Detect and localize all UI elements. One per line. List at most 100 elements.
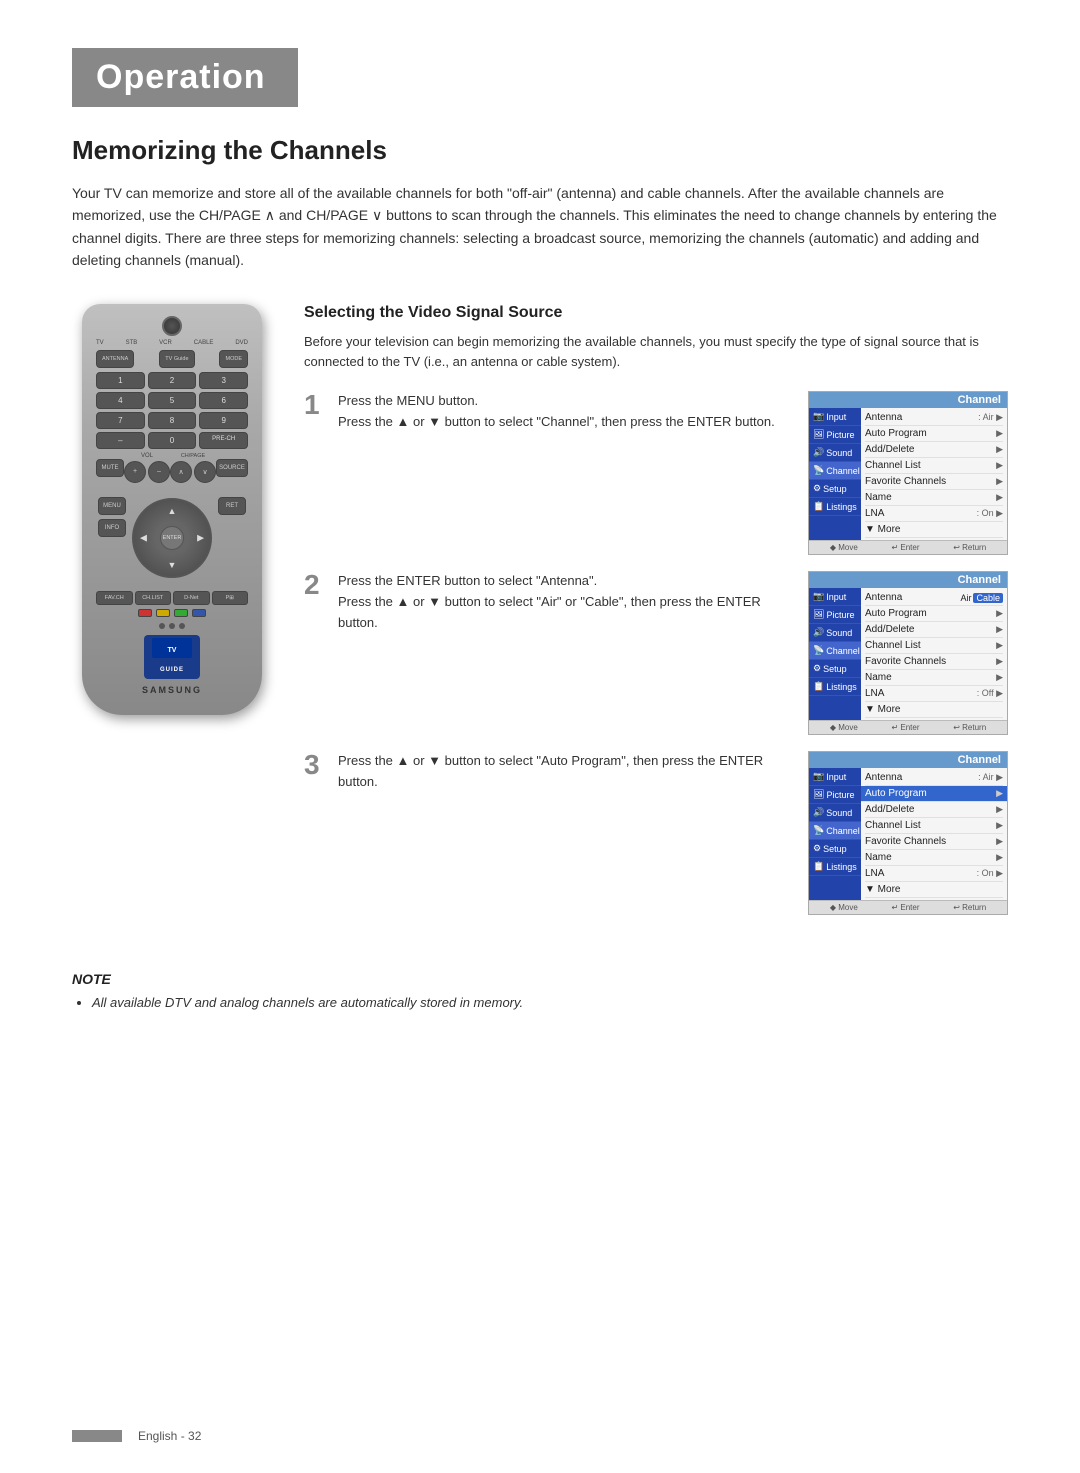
dnet-button[interactable]: D-Net [173,591,210,605]
step-3: 3 Press the ▲ or ▼ button to select "Aut… [304,751,1008,915]
menu-favorites-3: Favorite Channels▶ [865,834,1003,850]
menu-adddelete-3: Add/Delete▶ [865,802,1003,818]
sidebar-listings: 📋Listings [809,498,861,516]
chlist-button[interactable]: CH.LIST [135,591,172,605]
num-9-button[interactable]: 9 [199,412,248,429]
num-4-button[interactable]: 4 [96,392,145,409]
vol-down-button[interactable]: – [148,461,170,483]
screen-2-menu: Antenna Air Cable Auto Program▶ Add/Dele… [861,588,1007,720]
menu-favorites-1: Favorite Channels▶ [865,474,1003,490]
num-7-button[interactable]: 7 [96,412,145,429]
menu-lna-1: LNA: On ▶ [865,506,1003,522]
function-row: FAV.CH CH.LIST D-Net P⊞ [96,591,248,605]
menu-more-3: ▼ More [865,882,1003,898]
nav-down-arrow[interactable]: ▼ [168,560,177,570]
screen-1-body: 📷Input 🖼Picture 🔊Sound 📡Channel ⚙Setup 📋… [809,408,1007,540]
vol-up-button[interactable]: + [124,461,146,483]
source-button[interactable]: SOURCE [216,459,248,477]
note-title: NOTE [72,971,1008,987]
screen-2-footer: ◆ Move ↵ Enter ↩ Return [809,720,1007,734]
nav-right-arrow[interactable]: ▶ [197,532,204,543]
screen-1-sidebar: 📷Input 🖼Picture 🔊Sound 📡Channel ⚙Setup 📋… [809,408,861,540]
dots [96,623,248,629]
step-1-number: 1 [304,391,324,419]
step-3-screen: Channel 📷Input 🖼Picture 🔊Sound 📡Channel … [808,751,1008,915]
page-footer: English - 32 [72,1429,1008,1443]
sidebar-picture-2: 🖼Picture [809,606,861,624]
sidebar-listings-2: 📋Listings [809,678,861,696]
remote-container: TV STB VCR CABLE DVD ANTENNA TV Guide MO… [72,304,272,715]
green-button[interactable] [174,609,188,617]
number-grid: 1 2 3 4 5 6 7 8 9 – 0 PRE-CH [96,372,248,449]
favch-button[interactable]: FAV.CH [96,591,133,605]
step-3-text: Press the ▲ or ▼ button to select "Auto … [338,751,794,793]
screen-3-menu: Antenna: Air ▶ Auto Program▶ Add/Delete▶… [861,768,1007,900]
yellow-button[interactable] [156,609,170,617]
power-button[interactable] [162,316,182,336]
section-title: Memorizing the Channels [72,135,1008,166]
menu-favorites-2: Favorite Channels▶ [865,654,1003,670]
antenna-row: ANTENNA TV Guide MODE [96,350,248,368]
nav-ring: ▲ ▼ ◀ ▶ ENTER [132,498,212,578]
samsung-brand: SAMSUNG [96,685,248,695]
num-6-button[interactable]: 6 [199,392,248,409]
ch-up-button[interactable]: ∧ [170,461,192,483]
num-5-button[interactable]: 5 [148,392,197,409]
footer-text: English - 32 [138,1429,201,1443]
note-item-1: All available DTV and analog channels ar… [92,993,1008,1014]
red-button[interactable] [138,609,152,617]
sidebar-setup: ⚙Setup [809,480,861,498]
num-8-button[interactable]: 8 [148,412,197,429]
menu-antenna-1: Antenna: Air ▶ [865,410,1003,426]
sidebar-channel-2: 📡Channel [809,642,861,660]
sidebar-sound-2: 🔊Sound [809,624,861,642]
menu-channellist-1: Channel List▶ [865,458,1003,474]
nav-left-arrow[interactable]: ◀ [140,532,147,543]
menu-more-1: ▼ More [865,522,1003,538]
num-3-button[interactable]: 3 [199,372,248,389]
sidebar-setup-2: ⚙Setup [809,660,861,678]
menu-lna-2: LNA: Off ▶ [865,686,1003,702]
remote-top-labels: TV STB VCR CABLE DVD [96,340,248,346]
prech-button[interactable]: PRE-CH [199,432,248,449]
menu-autoprogram-1: Auto Program▶ [865,426,1003,442]
return-button[interactable]: RET [218,497,246,515]
num-dash-button[interactable]: – [96,432,145,449]
note-section: NOTE All available DTV and analog channe… [72,971,1008,1014]
num-0-button[interactable]: 0 [148,432,197,449]
ch-down-button[interactable]: ∨ [194,461,216,483]
remote-control: TV STB VCR CABLE DVD ANTENNA TV Guide MO… [82,304,262,715]
nav-up-arrow[interactable]: ▲ [168,506,177,516]
num-2-button[interactable]: 2 [148,372,197,389]
menu-button[interactable]: MENU [98,497,126,515]
blue-button[interactable] [192,609,206,617]
screen-2-body: 📷Input 🖼Picture 🔊Sound 📡Channel ⚙Setup 📋… [809,588,1007,720]
page-title: Operation [96,58,266,97]
subsection-intro: Before your television can begin memoriz… [304,332,1008,374]
mute-button[interactable]: MUTE [96,459,124,477]
menu-adddelete-1: Add/Delete▶ [865,442,1003,458]
sidebar-sound-3: 🔊Sound [809,804,861,822]
menu-name-1: Name▶ [865,490,1003,506]
step-2-text: Press the ENTER button to select "Antenn… [338,571,794,633]
sidebar-picture: 🖼Picture [809,426,861,444]
right-content: Selecting the Video Signal Source Before… [304,304,1008,932]
subsection-title: Selecting the Video Signal Source [304,304,1008,322]
sidebar-setup-3: ⚙Setup [809,840,861,858]
nav-area: MENU INFO ▲ ▼ ◀ ▶ ENTER [96,487,248,587]
mode-button[interactable]: MODE [219,350,248,368]
tv-guide-button[interactable]: TV Guide [159,350,194,368]
tv-screen-1: Channel 📷Input 🖼Picture 🔊Sound 📡Channel … [808,391,1008,555]
antenna-button[interactable]: ANTENNA [96,350,134,368]
step-1-screen: Channel 📷Input 🖼Picture 🔊Sound 📡Channel … [808,391,1008,555]
step-1: 1 Press the MENU button. Press the ▲ or … [304,391,1008,555]
sidebar-listings-3: 📋Listings [809,858,861,876]
enter-button[interactable]: ENTER [160,526,184,550]
main-layout: TV STB VCR CABLE DVD ANTENNA TV Guide MO… [72,304,1008,932]
menu-antenna-3: Antenna: Air ▶ [865,770,1003,786]
sidebar-channel-3: 📡Channel [809,822,861,840]
screen-1-menu: Antenna: Air ▶ Auto Program▶ Add/Delete▶… [861,408,1007,540]
num-1-button[interactable]: 1 [96,372,145,389]
info-button[interactable]: INFO [98,519,126,537]
pip-button[interactable]: P⊞ [212,591,249,605]
